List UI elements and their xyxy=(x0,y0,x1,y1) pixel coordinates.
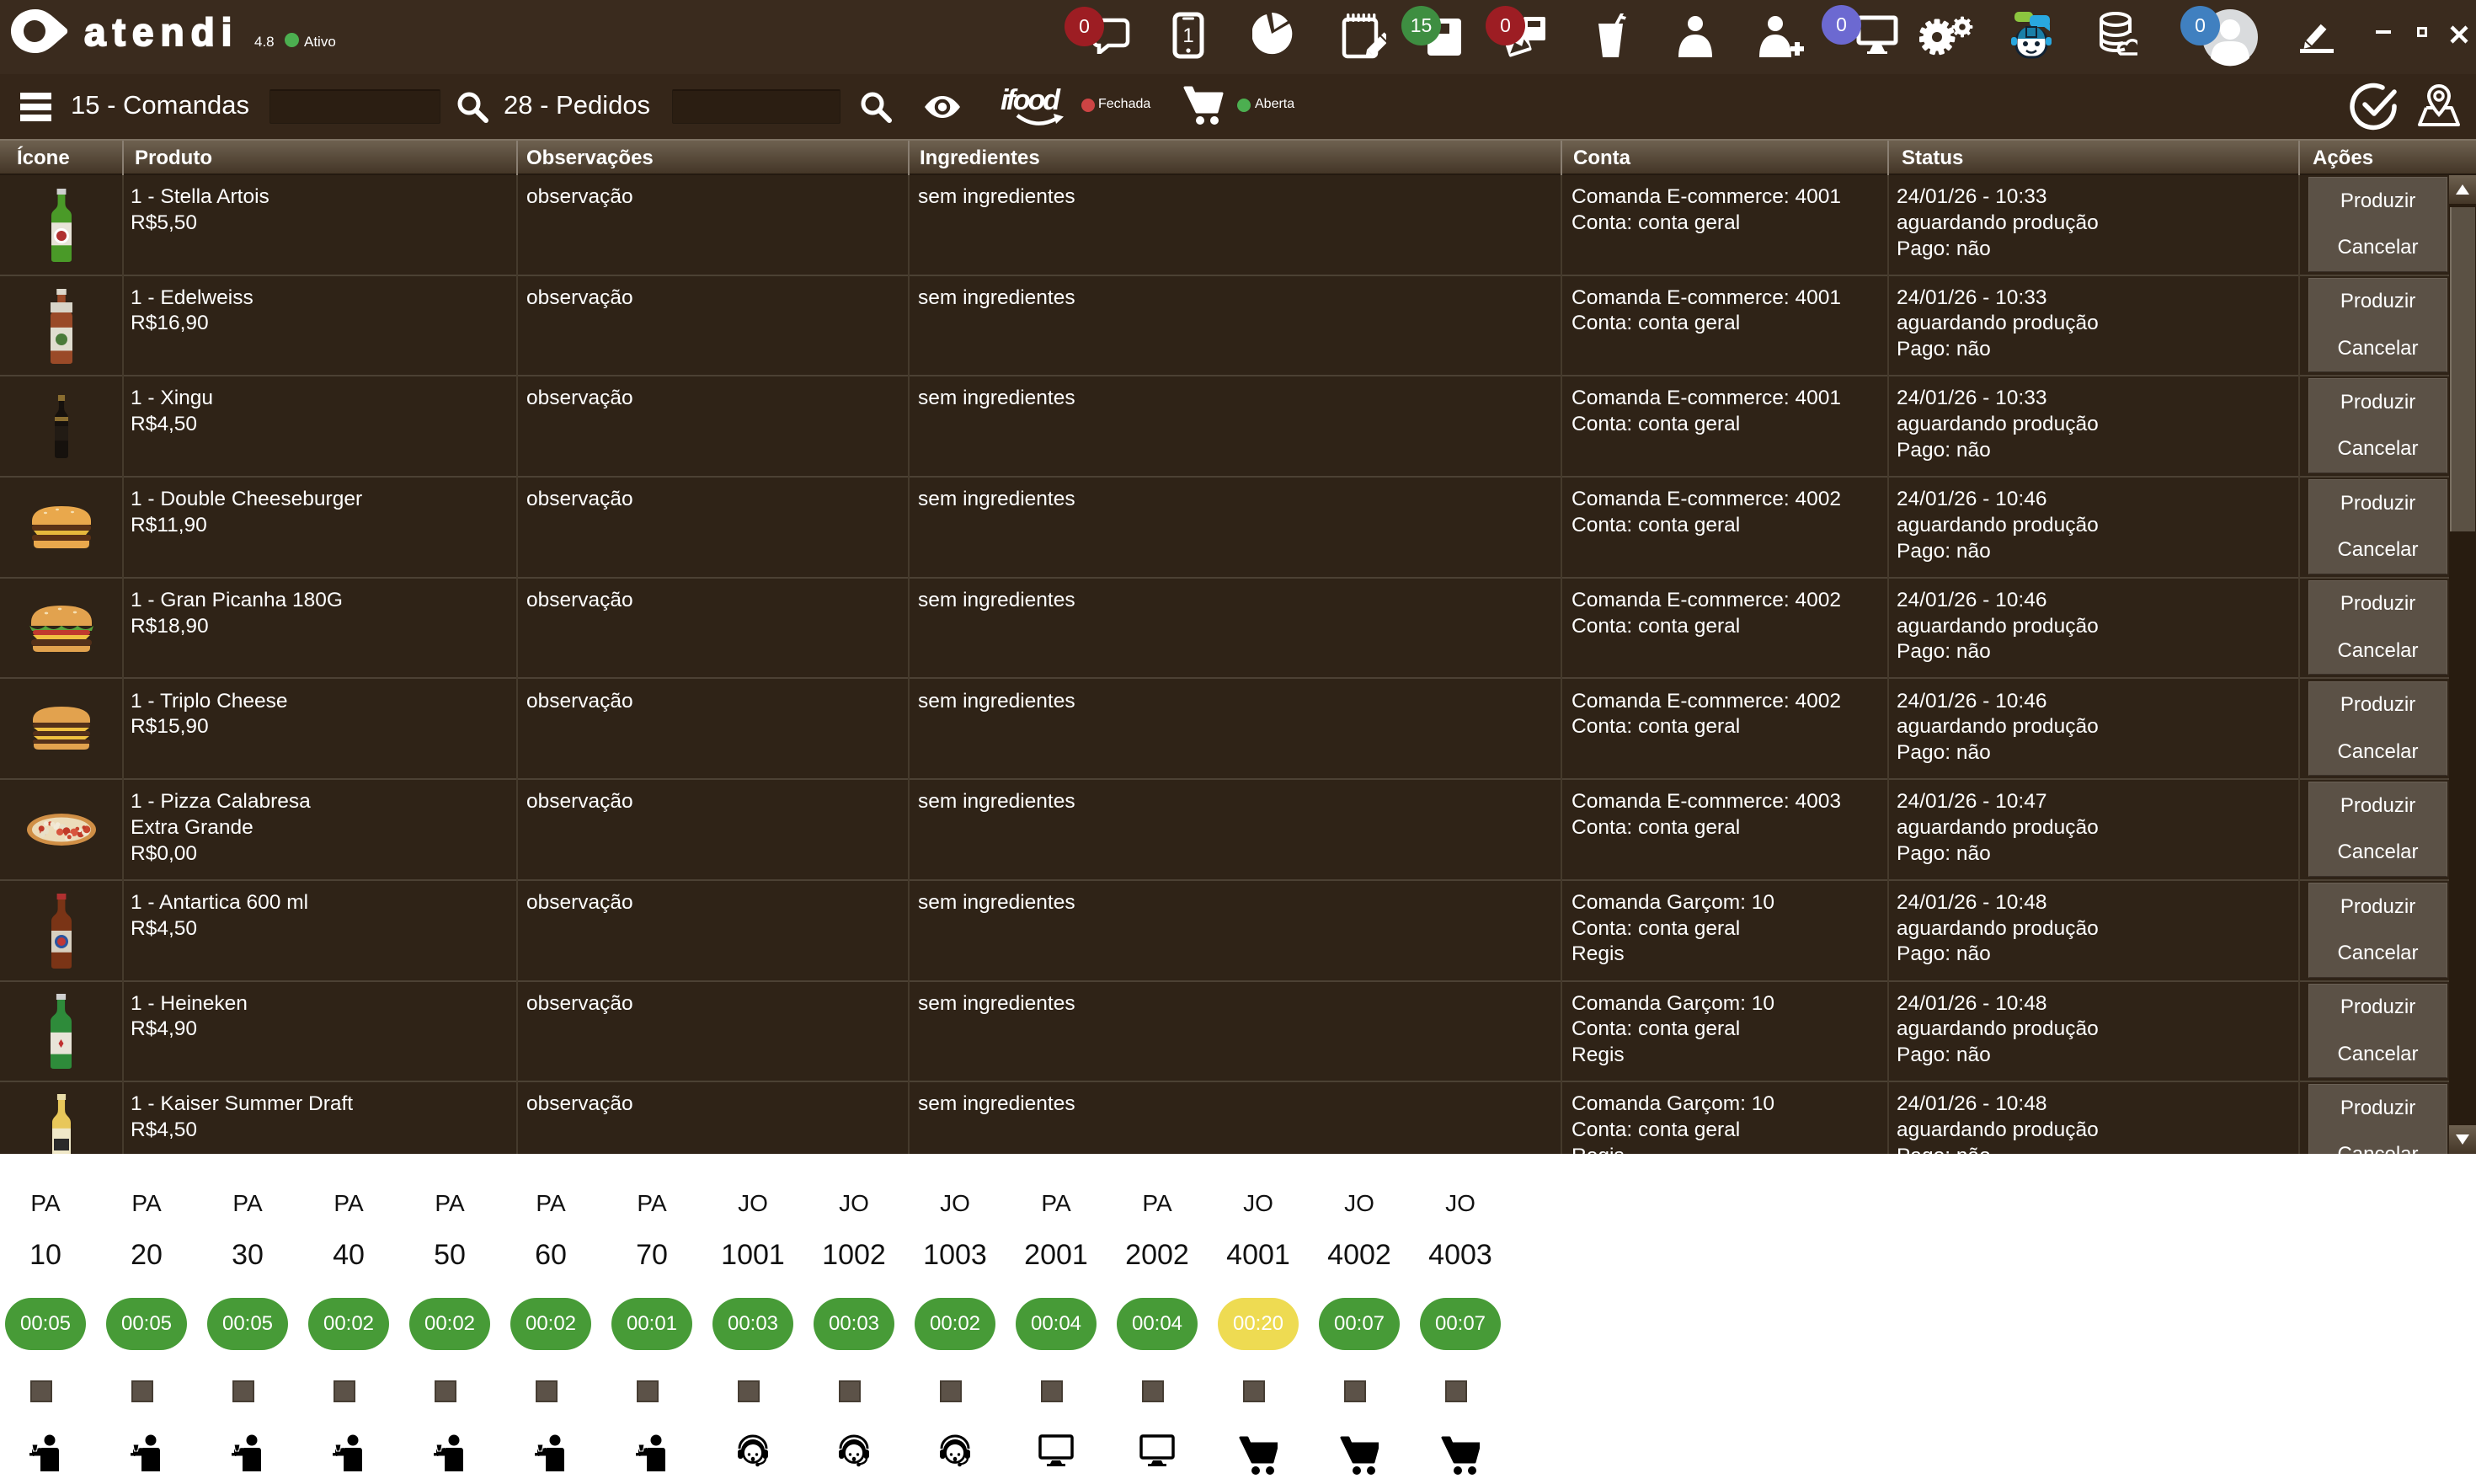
svg-text:1: 1 xyxy=(1182,24,1193,47)
